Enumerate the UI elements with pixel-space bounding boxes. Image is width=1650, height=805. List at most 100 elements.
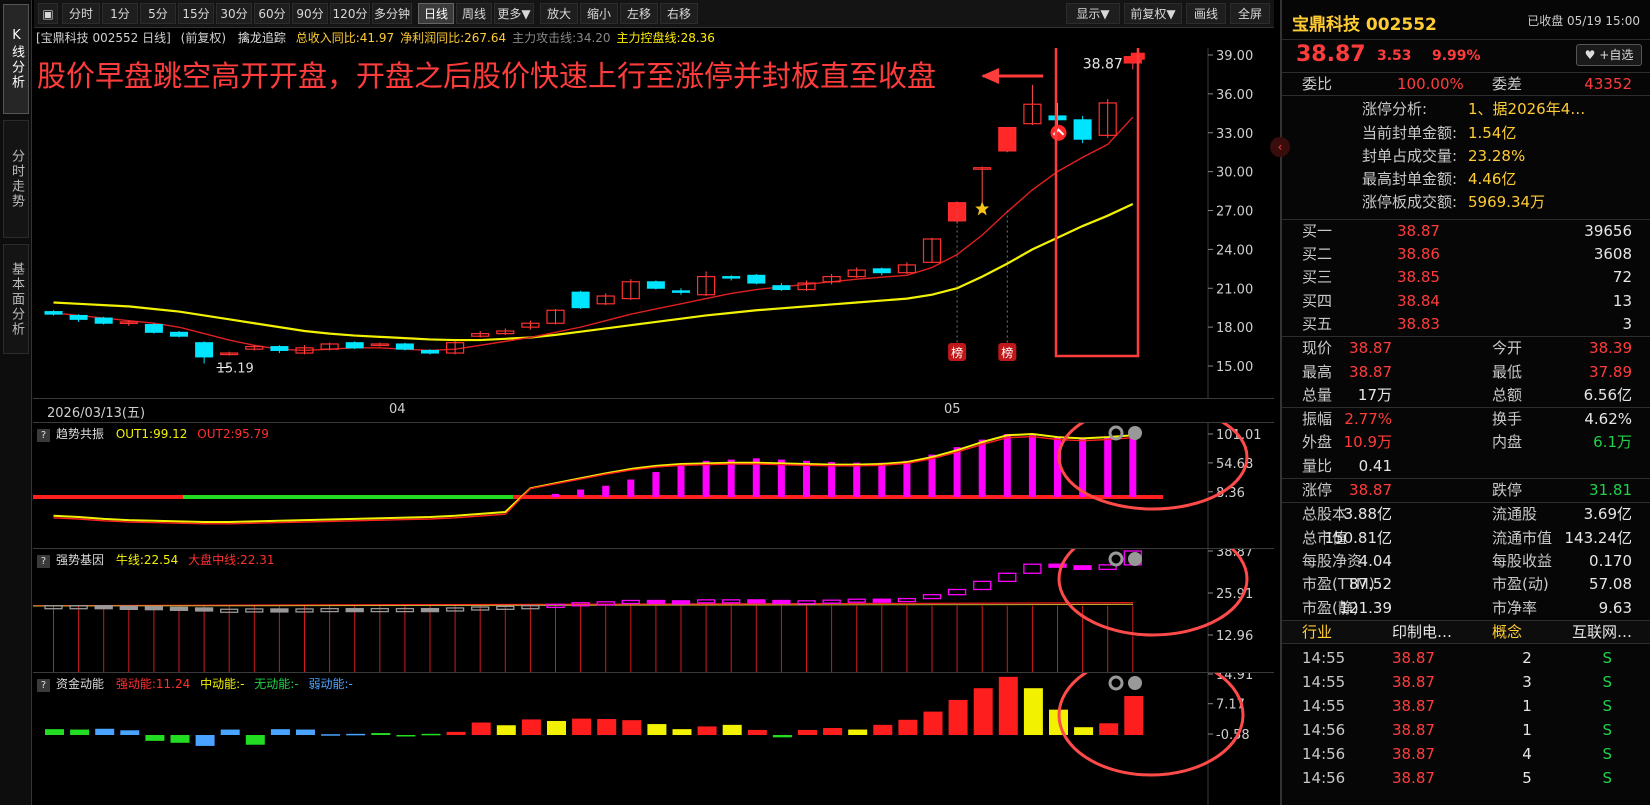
toolbar-right-button-3[interactable]: 全屏 xyxy=(1230,3,1270,24)
highlight-ellipse xyxy=(1057,673,1245,777)
limit-info-row: 最高封单金额: 4.46亿 xyxy=(1282,168,1650,191)
toolbar-button-4[interactable]: 30分 xyxy=(216,3,252,24)
toolbar-button-3[interactable]: 15分 xyxy=(178,3,214,24)
bid-row[interactable]: 买三 38.85 72 xyxy=(1282,266,1650,289)
tick-time: 14:56 xyxy=(1302,721,1346,740)
tick-time: 14:55 xyxy=(1302,697,1346,716)
collapse-panel-icon[interactable]: ‹ xyxy=(1270,137,1290,157)
heart-icon: ♥ xyxy=(1584,48,1596,62)
tab-intraday[interactable]: 分时走势 xyxy=(3,120,29,238)
toolbar-right-button-0[interactable]: 显示▼ xyxy=(1066,3,1120,24)
momentum-bar xyxy=(396,735,416,737)
toolbar-button-6[interactable]: 90分 xyxy=(292,3,328,24)
sub2-axis-label: 25.91 xyxy=(1216,587,1253,602)
tab-kline-analysis[interactable]: K线分析 xyxy=(3,4,29,114)
momentum-bar xyxy=(170,735,190,743)
stat-row: 最高 38.87 最低 37.89 xyxy=(1282,361,1650,384)
gene-bar xyxy=(194,607,214,612)
toolbar-right-button-2[interactable]: 画线 xyxy=(1186,3,1226,24)
stat-label: 现价 xyxy=(1302,339,1333,358)
momentum-bar xyxy=(923,711,943,735)
bid-row[interactable]: 买四 38.84 13 xyxy=(1282,290,1650,313)
toolbar-button-0[interactable]: 分时 xyxy=(62,3,100,24)
gene-bar xyxy=(998,572,1017,583)
toolbar-button-10[interactable]: 周线 xyxy=(456,3,492,24)
trend-bar xyxy=(677,465,685,497)
gear-icon xyxy=(1108,675,1124,691)
sub1-title[interactable]: 趋势共振 xyxy=(56,427,104,441)
bid-level: 买四 xyxy=(1302,291,1333,310)
candle-body xyxy=(998,126,1017,152)
trend-bar xyxy=(627,479,635,497)
candle-body xyxy=(571,291,590,309)
toolbar-button-12[interactable]: 放大 xyxy=(540,3,578,24)
momentum-bar xyxy=(873,724,893,735)
stat-label: 总股本 xyxy=(1302,505,1348,524)
indicator-name[interactable]: 擒龙追踪 xyxy=(238,31,286,45)
stat-label: 总量 xyxy=(1302,385,1333,404)
limit-info-key: 封单占成交量: xyxy=(1362,146,1458,165)
stat-label: 量比 xyxy=(1302,456,1333,475)
toolbar-button-15[interactable]: 右移 xyxy=(660,3,698,24)
screen-icon[interactable]: ▣ xyxy=(38,3,58,24)
price-axis-label: 27.00 xyxy=(1216,205,1253,220)
price-change: 3.53 xyxy=(1377,48,1412,64)
tab-fundamental[interactable]: 基本面分析 xyxy=(3,244,29,354)
close-icon xyxy=(1128,676,1142,690)
limit-info-key: 涨停板成交额: xyxy=(1362,193,1458,212)
toolbar-button-2[interactable]: 5分 xyxy=(140,3,176,24)
limit-info-value: 23.28% xyxy=(1468,146,1526,165)
gene-bar xyxy=(646,599,666,605)
weibi-value: 100.00% xyxy=(1397,75,1464,93)
candle-body xyxy=(270,346,289,351)
stat-value: 4.04 xyxy=(1358,551,1392,570)
gene-bar xyxy=(922,594,942,600)
momentum-bar xyxy=(722,724,742,735)
trend-bar xyxy=(803,460,810,497)
money-momentum-chart: 14.917.17-0.58 xyxy=(45,673,1253,805)
tick-row: 14:56 38.87 4 S xyxy=(1282,742,1650,766)
gene-bar xyxy=(822,599,841,604)
stat-value: 37.89 xyxy=(1589,362,1632,381)
limit-info-value: 5969.34万 xyxy=(1468,193,1546,212)
stat-row: 总股本 3.88亿 流通股 3.69亿 xyxy=(1282,503,1650,526)
toolbar-button-14[interactable]: 左移 xyxy=(620,3,658,24)
gene-bar xyxy=(947,588,967,596)
trend-bar xyxy=(702,460,710,497)
toolbar-button-5[interactable]: 60分 xyxy=(254,3,290,24)
bid-row[interactable]: 买二 38.86 3608 xyxy=(1282,243,1650,266)
tick-side: S xyxy=(1602,769,1612,788)
toolbar-button-11[interactable]: 更多▼ xyxy=(494,3,534,24)
toolbar-right-button-1[interactable]: 前复权▼ xyxy=(1124,3,1182,24)
bid-row[interactable]: 买一 38.87 39656 xyxy=(1282,220,1650,243)
stat-value: 10.9万 xyxy=(1343,433,1392,452)
momentum-bar xyxy=(1074,727,1094,735)
sub2-line2: 大盘中线:22.31 xyxy=(188,553,275,567)
sub2-title[interactable]: 强势基因 xyxy=(56,553,104,567)
toolbar-button-9[interactable]: 日线 xyxy=(418,3,454,24)
toolbar-button-8[interactable]: 多分钟 xyxy=(372,3,412,24)
toolbar-button-7[interactable]: 120分 xyxy=(330,3,370,24)
help-icon[interactable]: ? xyxy=(37,429,50,442)
sub3-title[interactable]: 资金动能 xyxy=(56,677,104,691)
limit-up-analysis: 涨停分析: 1、据2026年4… 当前封单金额: 1.54亿 封单占成交量: 23.28%… xyxy=(1282,95,1650,218)
toolbar-button-1[interactable]: 1分 xyxy=(102,3,138,24)
bid-row[interactable]: 买五 38.83 3 xyxy=(1282,313,1650,336)
weicha-value: 43352 xyxy=(1584,75,1632,93)
help-icon[interactable]: ? xyxy=(37,679,50,692)
stat-label: 每股收益 xyxy=(1492,551,1553,570)
tick-volume: 3 xyxy=(1522,673,1532,692)
concept-value[interactable]: 互联网… xyxy=(1572,621,1632,644)
baseline-red xyxy=(33,495,183,499)
bid-volume: 39656 xyxy=(1584,221,1632,240)
add-watchlist-button[interactable]: ♥ +自选 xyxy=(1576,44,1642,66)
weicha-label: 委差 xyxy=(1492,75,1523,93)
help-icon[interactable]: ? xyxy=(37,555,50,568)
tick-volume: 2 xyxy=(1522,649,1532,668)
tick-row: 14:56 38.87 5 S xyxy=(1282,766,1650,790)
toolbar-button-13[interactable]: 缩小 xyxy=(580,3,618,24)
stat-value: 4.62% xyxy=(1584,410,1632,429)
industry-value[interactable]: 印制电… xyxy=(1392,621,1452,644)
tick-volume: 5 xyxy=(1522,769,1532,788)
gene-bar xyxy=(1073,565,1092,571)
